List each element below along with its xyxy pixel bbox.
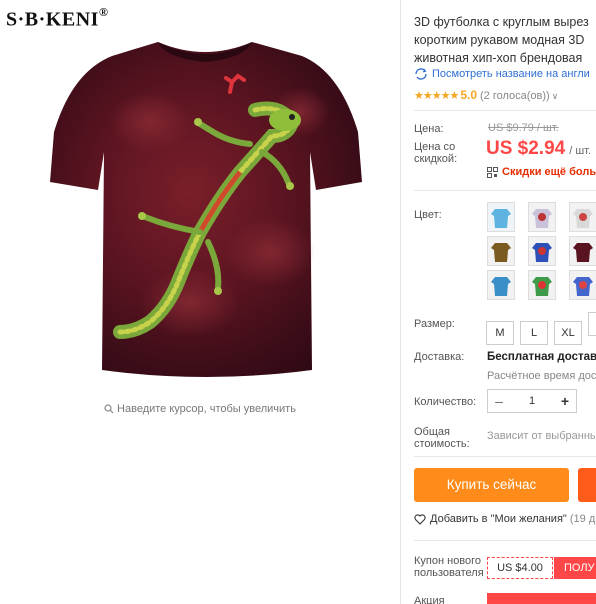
quantity-input[interactable]: 1 [510, 390, 554, 412]
promo-banner[interactable] [487, 593, 596, 604]
size-option-more[interactable] [588, 312, 596, 336]
product-title: 3D футболка с круглым вырез коротким рук… [414, 13, 596, 67]
size-options: M L XL [486, 312, 596, 345]
total-value: Зависит от выбранны [487, 430, 596, 442]
translate-link-text: Посмотреть название на англи [432, 68, 590, 80]
heart-icon [414, 513, 426, 525]
product-main-image[interactable] [40, 32, 370, 392]
sale-price: US $2.94/ шт. [486, 138, 591, 160]
brand-mark: ® [98, 5, 109, 19]
new-user-coupon: US $4.00 ПОЛУ [487, 557, 596, 579]
divider [414, 456, 596, 457]
sale-price-unit: / шт. [569, 145, 592, 157]
shipping-label: Доставка: [414, 351, 465, 363]
coupon-amount: US $4.00 [487, 557, 553, 579]
divider [414, 540, 596, 541]
rating-votes: (2 голоса(ов)) [480, 90, 550, 102]
buy-now-button[interactable]: Купить сейчас [414, 468, 569, 502]
color-swatch[interactable] [528, 202, 556, 232]
color-swatch[interactable] [487, 270, 515, 300]
divider [414, 110, 596, 111]
quantity-stepper: – 1 + [487, 389, 577, 413]
product-detail-panel: 3D футболка с круглым вырез коротким рук… [401, 0, 596, 604]
sale-price-value: US $2.94 [486, 138, 566, 159]
color-swatch[interactable] [569, 270, 596, 300]
color-swatch[interactable] [569, 236, 596, 266]
total-label-1: Общая [414, 426, 450, 438]
promo-label: Акция [414, 595, 445, 604]
color-swatch[interactable] [487, 202, 515, 232]
size-option-xl[interactable]: XL [554, 321, 582, 345]
size-option-m[interactable]: M [486, 321, 514, 345]
rating-stars: ★★★★★ [414, 90, 459, 102]
color-label: Цвет: [414, 209, 442, 221]
divider [414, 190, 596, 191]
rating-summary[interactable]: ★★★★★ 5.0 (2 голоса(ов)) ∨ [414, 88, 558, 102]
product-gallery: S·B·KENI® Наведите курсор, чтобы увеличи… [0, 0, 400, 604]
wishlist-count: (19 д [569, 513, 596, 525]
translate-icon [415, 68, 427, 80]
size-label: Размер: [414, 318, 455, 330]
quantity-increase-button[interactable]: + [554, 390, 576, 412]
zoom-hint-text: Наведите курсор, чтобы увеличить [117, 403, 296, 415]
product-title-line-1: 3D футболка с круглым вырез [414, 15, 589, 29]
add-to-wishlist-link[interactable]: Добавить в "Мои желания" (19 д [414, 513, 595, 525]
price-label: Цена: [414, 123, 444, 135]
chevron-down-icon: ∨ [551, 91, 559, 101]
quantity-decrease-button[interactable]: – [488, 390, 510, 412]
total-label-2: стоимость: [414, 438, 470, 450]
magnifier-icon [104, 404, 114, 414]
shipping-value[interactable]: Бесплатная доставка [487, 351, 596, 363]
translate-title-link[interactable]: Посмотреть название на англи [414, 68, 590, 80]
product-title-line-3: животная хип-хоп брендовая [414, 51, 583, 65]
wishlist-text: Добавить в "Мои желания" [430, 513, 567, 525]
coupon-label-1: Купон нового [414, 555, 482, 567]
brand-logo: S·B·KENI® [6, 5, 109, 32]
add-to-cart-button[interactable] [578, 468, 596, 502]
qr-code-icon [487, 166, 498, 178]
product-title-line-2: коротким рукавом модная 3D [414, 33, 585, 47]
get-coupon-button[interactable]: ПОЛУ [554, 557, 596, 579]
size-option-l[interactable]: L [520, 321, 548, 345]
color-swatch[interactable] [528, 270, 556, 300]
sale-price-label-1: Цена со [414, 141, 456, 153]
original-price: US $9.79 / шт. [488, 122, 559, 134]
sale-price-label-2: скидкой: [414, 153, 458, 165]
color-swatch[interactable] [528, 236, 556, 266]
more-discounts-text: Скидки ещё больш [502, 166, 596, 178]
brand-name: S·B·KENI [6, 8, 99, 31]
color-swatch[interactable] [569, 202, 596, 232]
rating-score: 5.0 [460, 88, 477, 102]
quantity-label: Количество: [414, 396, 477, 408]
more-discounts-link[interactable]: Скидки ещё больш [487, 166, 596, 178]
shipping-estimate: Расчётное время дост [487, 370, 596, 382]
coupon-label-2: пользователя [414, 567, 484, 579]
zoom-hint: Наведите курсор, чтобы увеличить [0, 403, 400, 415]
color-swatch[interactable] [487, 236, 515, 266]
